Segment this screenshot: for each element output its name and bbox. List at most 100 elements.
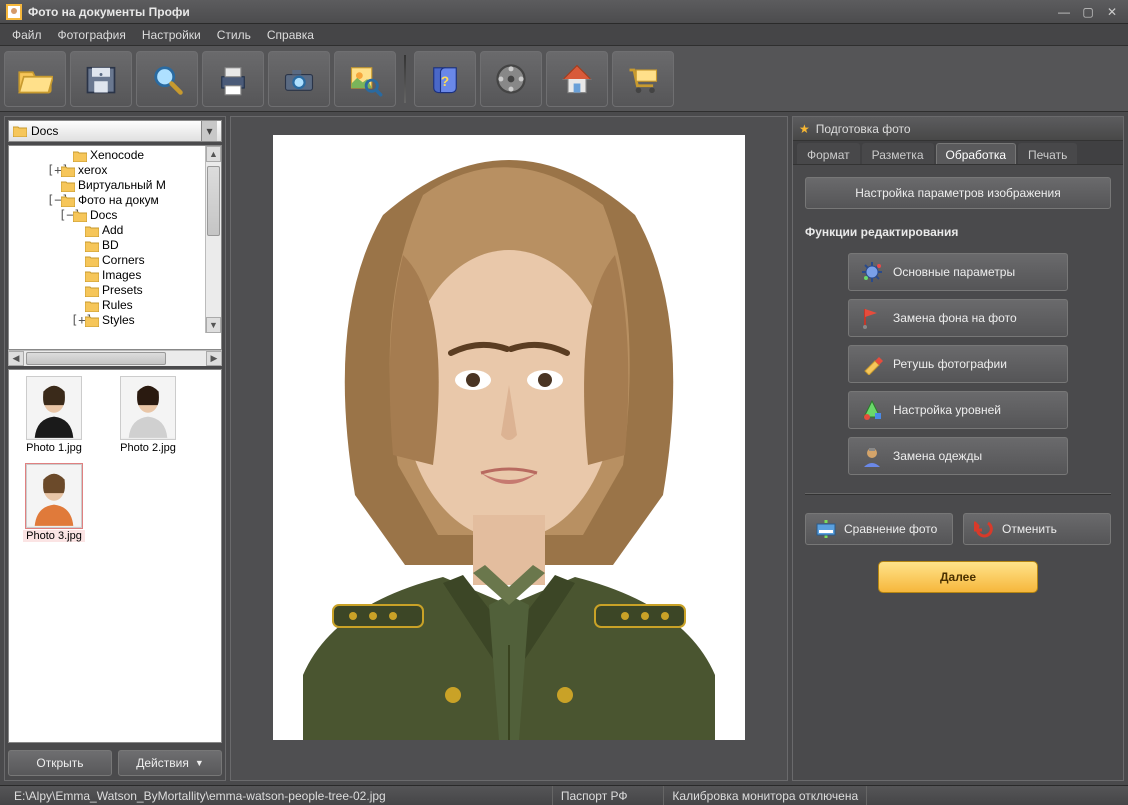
tree-expand-icon[interactable]: [+] xyxy=(47,163,58,178)
right-panel-body: Настройка параметров изображения Функции… xyxy=(793,165,1123,780)
help-book-icon: ? xyxy=(427,61,463,97)
right-panel: ★ Подготовка фото ФорматРазметкаОбработк… xyxy=(792,116,1124,781)
toolbar-open-folder[interactable] xyxy=(4,51,66,107)
status-filepath: E:\Alpy\Emma_Watson_ByMortallity\emma-wa… xyxy=(6,786,553,805)
tree-expand-icon[interactable]: [−] xyxy=(47,193,58,208)
edit-section-title: Функции редактирования xyxy=(805,225,1111,239)
open-button-label: Открыть xyxy=(36,756,83,770)
tree-item[interactable]: [−] Фото на докум xyxy=(11,193,221,208)
scroll-left-icon[interactable]: ◀ xyxy=(8,351,24,366)
thumbnail-item[interactable]: Photo 3.jpg xyxy=(15,464,93,542)
tab-печать[interactable]: Печать xyxy=(1018,143,1077,164)
tree-vertical-scrollbar[interactable]: ▲ ▼ xyxy=(205,146,221,333)
tree-horizontal-scrollbar[interactable]: ◀ ▶ xyxy=(8,350,222,366)
actions-button-label: Действия xyxy=(136,756,189,770)
minimize-button[interactable]: — xyxy=(1054,5,1074,19)
tree-item-label: Фото на докум xyxy=(78,193,159,208)
tree-item[interactable]: Виртуальный М xyxy=(11,178,221,193)
search-icon xyxy=(149,61,185,97)
tree-item[interactable]: [+]Styles xyxy=(11,313,221,328)
edit-button-label: Основные параметры xyxy=(893,265,1015,279)
photo-canvas[interactable] xyxy=(273,135,745,740)
tree-item[interactable]: Rules xyxy=(11,298,221,313)
scroll-thumb[interactable] xyxy=(207,166,220,236)
thumbnail-item[interactable]: Photo 2.jpg xyxy=(109,376,187,454)
toolbar-video[interactable] xyxy=(480,51,542,107)
cancel-button[interactable]: Отменить xyxy=(963,513,1111,545)
menu-справка[interactable]: Справка xyxy=(259,25,322,45)
chevron-down-icon: ▼ xyxy=(195,758,204,768)
thumbnail-list: Photo 1.jpg Photo 2.jpg Photo 3.jpg xyxy=(8,369,222,743)
tree-item[interactable]: BD xyxy=(11,238,221,253)
menu-настройки[interactable]: Настройки xyxy=(134,25,209,45)
edit-costume-button[interactable]: Замена одежды xyxy=(848,437,1068,475)
folder-icon xyxy=(61,180,75,192)
app-title: Фото на документы Профи xyxy=(28,5,1050,19)
svg-text:?: ? xyxy=(441,73,449,88)
edit-buttons: Основные параметры Замена фона на фото Рет… xyxy=(805,253,1111,475)
menu-фотография[interactable]: Фотография xyxy=(50,25,134,45)
thumbnail-item[interactable]: Photo 1.jpg xyxy=(15,376,93,454)
tree-item-label: BD xyxy=(102,238,119,253)
camera-icon xyxy=(281,61,317,97)
tree-item[interactable]: Images xyxy=(11,268,221,283)
close-button[interactable]: ✕ xyxy=(1102,5,1122,19)
scroll-right-icon[interactable]: ▶ xyxy=(206,351,222,366)
tree-item[interactable]: [+]xerox xyxy=(11,163,221,178)
edit-gear-button[interactable]: Основные параметры xyxy=(848,253,1068,291)
next-button[interactable]: Далее xyxy=(878,561,1038,593)
tree-item[interactable]: Presets xyxy=(11,283,221,298)
scroll-up-icon[interactable]: ▲ xyxy=(206,146,221,162)
menu-файл[interactable]: Файл xyxy=(4,25,50,45)
levels-icon xyxy=(861,399,883,421)
open-button[interactable]: Открыть xyxy=(8,750,112,776)
toolbar-camera[interactable] xyxy=(268,51,330,107)
breadcrumb-dropdown-icon[interactable]: ▾ xyxy=(201,121,217,141)
toolbar-preview[interactable] xyxy=(334,51,396,107)
thumbnail-label: Photo 3.jpg xyxy=(23,530,85,542)
maximize-button[interactable]: ▢ xyxy=(1078,5,1098,19)
tab-формат[interactable]: Формат xyxy=(797,143,860,164)
toolbar: ? xyxy=(0,46,1128,112)
tree-item[interactable]: Xenocode xyxy=(11,148,221,163)
folder-icon xyxy=(73,210,87,222)
toolbar-help-book[interactable]: ? xyxy=(414,51,476,107)
image-settings-label: Настройка параметров изображения xyxy=(855,186,1061,200)
tree-expand-icon[interactable]: [+] xyxy=(71,313,82,328)
edit-brush-button[interactable]: Ретушь фотографии xyxy=(848,345,1068,383)
compare-icon xyxy=(816,520,836,538)
edit-button-label: Замена одежды xyxy=(893,449,982,463)
tab-обработка[interactable]: Обработка xyxy=(936,143,1017,164)
breadcrumb[interactable]: Docs ▾ xyxy=(8,120,222,142)
toolbar-separator xyxy=(404,55,406,103)
tree-item-label: Add xyxy=(102,223,123,238)
edit-button-label: Замена фона на фото xyxy=(893,311,1017,325)
tree-item[interactable]: Corners xyxy=(11,253,221,268)
image-settings-button[interactable]: Настройка параметров изображения xyxy=(805,177,1111,209)
edit-button-label: Ретушь фотографии xyxy=(893,357,1007,371)
left-panel: Docs ▾ Xenocode[+]xeroxВиртуальный М[−]Ф… xyxy=(4,116,226,781)
toolbar-home[interactable] xyxy=(546,51,608,107)
edit-levels-button[interactable]: Настройка уровней xyxy=(848,391,1068,429)
toolbar-print[interactable] xyxy=(202,51,264,107)
tree-item[interactable]: [−]Docs xyxy=(11,208,221,223)
toolbar-cart[interactable] xyxy=(612,51,674,107)
toolbar-save[interactable] xyxy=(70,51,132,107)
folder-tree: Xenocode[+]xeroxВиртуальный М[−]Фото на … xyxy=(8,145,222,350)
tree-expand-icon[interactable]: [−] xyxy=(59,208,70,223)
actions-button[interactable]: Действия ▼ xyxy=(118,750,222,776)
scroll-thumb[interactable] xyxy=(26,352,166,365)
toolbar-search[interactable] xyxy=(136,51,198,107)
tree-item[interactable]: Add xyxy=(11,223,221,238)
tab-разметка[interactable]: Разметка xyxy=(862,143,934,164)
folder-icon xyxy=(85,270,99,282)
edit-flag-button[interactable]: Замена фона на фото xyxy=(848,299,1068,337)
menu-стиль[interactable]: Стиль xyxy=(209,25,259,45)
scroll-down-icon[interactable]: ▼ xyxy=(206,317,221,333)
thumbnail-label: Photo 2.jpg xyxy=(117,442,179,454)
cancel-label: Отменить xyxy=(1002,522,1057,536)
compare-button[interactable]: Сравнение фото xyxy=(805,513,953,545)
thumbnail-image xyxy=(120,376,176,440)
gear-icon xyxy=(861,261,883,283)
statusbar: E:\Alpy\Emma_Watson_ByMortallity\emma-wa… xyxy=(0,785,1128,805)
